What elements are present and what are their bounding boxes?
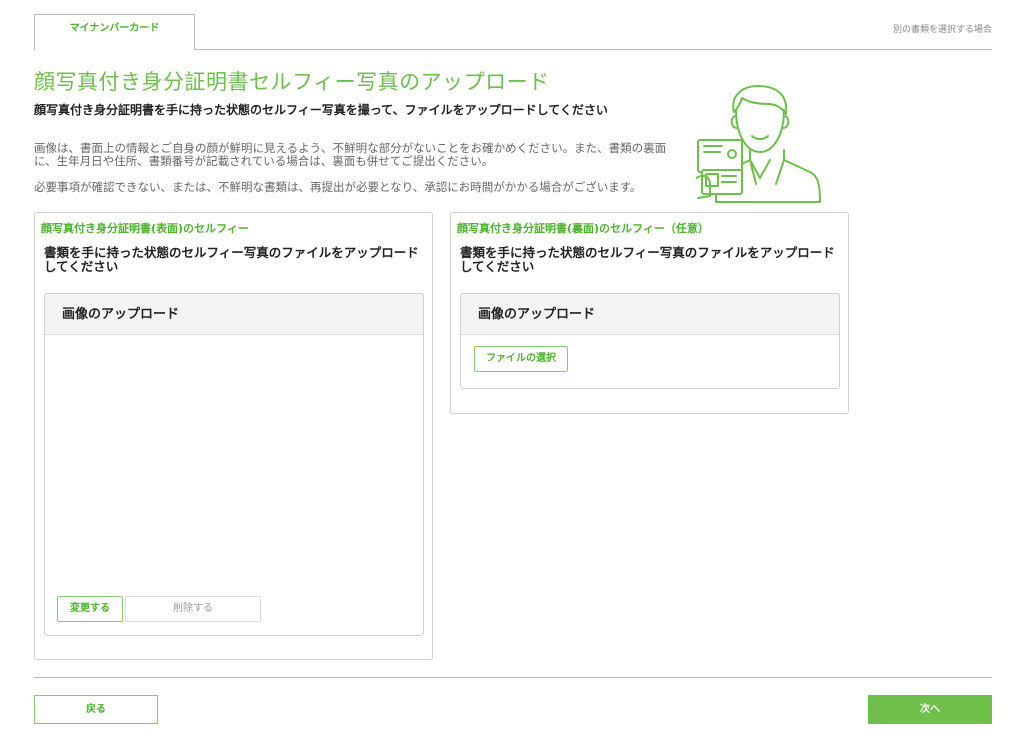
description-image-guidance: 画像は、書面上の情報とご自身の顔が鮮明に見えるよう、不鮮明な部分がないことをお確… bbox=[34, 141, 667, 168]
front-selfie-heading: 顔写真付き身分証明書(表面)のセルフィー bbox=[41, 222, 249, 235]
front-image-upload-box: 画像のアップロード 変更する 削除する bbox=[44, 293, 424, 636]
front-selfie-instruction: 書類を手に持った状態のセルフィー写真のファイルをアップロードしてください bbox=[44, 245, 419, 274]
description-resubmission-note: 必要事項が確認できない、または、不鮮明な書類は、再提出が必要となり、承認にお時間… bbox=[34, 180, 642, 194]
delete-button[interactable]: 削除する bbox=[125, 596, 261, 622]
back-image-upload-box: 画像のアップロード ファイルの選択 bbox=[460, 293, 840, 389]
change-button[interactable]: 変更する bbox=[57, 596, 123, 622]
front-upload-title: 画像のアップロード bbox=[45, 294, 423, 335]
page-subtitle: 顔写真付き身分証明書を手に持った状態のセルフィー写真を撮って、ファイルをアップロ… bbox=[34, 103, 608, 117]
back-button[interactable]: 戻る bbox=[34, 695, 158, 724]
tab-my-number-card[interactable]: マイナンバーカード bbox=[34, 14, 195, 51]
footer-divider bbox=[34, 677, 992, 678]
next-button[interactable]: 次へ bbox=[868, 695, 992, 724]
select-file-button[interactable]: ファイルの選択 bbox=[474, 346, 568, 372]
page-title: 顔写真付き身分証明書セルフィー写真のアップロード bbox=[34, 70, 550, 94]
select-other-document-link[interactable]: 別の書類を選択する場合 bbox=[893, 22, 992, 35]
back-upload-title: 画像のアップロード bbox=[461, 294, 839, 335]
back-selfie-heading: 顔写真付き身分証明書(裏面)のセルフィー（任意） bbox=[457, 222, 709, 235]
front-selfie-card: 顔写真付き身分証明書(表面)のセルフィー 書類を手に持った状態のセルフィー写真の… bbox=[34, 212, 433, 660]
back-selfie-instruction: 書類を手に持った状態のセルフィー写真のファイルをアップロードしてください bbox=[460, 245, 835, 274]
person-holding-id-icon bbox=[695, 82, 826, 206]
back-selfie-card: 顔写真付き身分証明書(裏面)のセルフィー（任意） 書類を手に持った状態のセルフィ… bbox=[450, 212, 849, 414]
document-tab-bar: マイナンバーカード 別の書類を選択する場合 bbox=[34, 14, 992, 51]
